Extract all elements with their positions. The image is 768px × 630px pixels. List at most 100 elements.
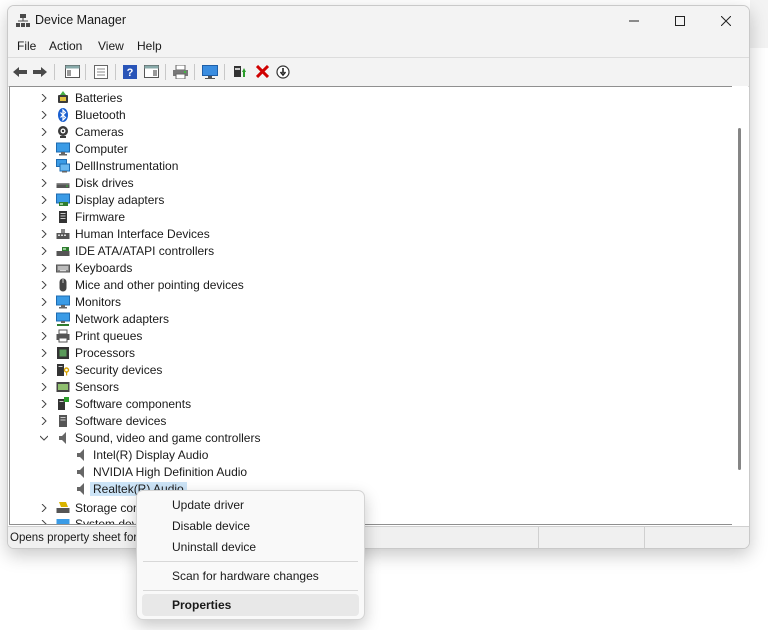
title-bar[interactable]: Device Manager [8,6,749,36]
tree-item-bluetooth[interactable]: Bluetooth [10,107,710,124]
back-button[interactable] [11,63,29,80]
uninstall-device-button[interactable] [253,63,271,80]
tree-item-display-adapters[interactable]: Display adapters [10,192,710,209]
scan-hardware-button[interactable] [201,63,219,80]
chevron-right-icon[interactable] [40,520,48,525]
forward-button[interactable] [31,63,49,80]
svg-text:?: ? [127,67,134,79]
chevron-right-icon[interactable] [40,315,48,323]
tree-item-sensors[interactable]: Sensors [10,379,710,396]
tree-item-human-interface-devices[interactable]: Human Interface Devices [10,226,710,243]
properties-toolbar-button[interactable] [92,63,110,80]
chevron-right-icon[interactable] [40,179,48,187]
device-tree[interactable]: Batteries Bluetooth Cameras Computer Del… [9,86,734,525]
chevron-right-icon[interactable] [40,383,48,391]
menu-action[interactable]: Action [49,39,82,53]
scrollbar-thumb[interactable] [738,128,741,470]
chevron-right-icon[interactable] [40,417,48,425]
menu-file[interactable]: File [17,39,36,53]
tree-item-label: Mice and other pointing devices [75,278,244,292]
menu-item-label: Uninstall device [172,540,257,554]
update-driver-menu-item[interactable]: Update driver [142,494,359,516]
menu-view[interactable]: View [98,39,124,53]
show-hide-console-tree-button[interactable] [63,63,81,80]
tree-item-intel-display-audio[interactable]: Intel(R) Display Audio [10,447,710,464]
chevron-right-icon[interactable] [40,145,48,153]
tree-item-firmware[interactable]: Firmware [10,209,710,226]
red-x-icon [255,65,269,78]
chevron-right-icon[interactable] [40,94,48,102]
tree-item-label: Human Interface Devices [75,227,210,241]
minimize-icon [629,20,639,22]
tree-item-label: Sound, video and game controllers [75,431,261,445]
tree-item-label: DellInstrumentation [75,159,179,173]
speaker-icon [77,466,84,478]
tree-item-dellinstrumentation[interactable]: DellInstrumentation [10,158,710,175]
chevron-right-icon[interactable] [40,247,48,255]
background-window-edge [750,0,768,48]
chevron-right-icon[interactable] [40,504,48,512]
tree-item-software-devices[interactable]: Software devices [10,413,710,430]
minimize-button[interactable] [611,6,657,36]
chevron-right-icon[interactable] [40,230,48,238]
scan-for-hardware-changes-menu-item[interactable]: Scan for hardware changes [142,565,359,587]
tree-item-disk-drives[interactable]: Disk drives [10,175,710,192]
chevron-down-icon[interactable] [40,434,48,442]
chevron-right-icon[interactable] [40,213,48,221]
tree-item-security-devices[interactable]: Security devices [10,362,710,379]
tree-item-nvidia-hd-audio[interactable]: NVIDIA High Definition Audio [10,464,710,481]
chevron-right-icon[interactable] [40,298,48,306]
print-button[interactable] [171,63,189,80]
tree-item-label: Security devices [75,363,163,377]
tree-item-processors[interactable]: Processors [10,345,710,362]
disable-device-button[interactable] [274,63,292,80]
tree-item-label: Software components [75,397,192,411]
menu-item-label: Disable device [172,519,251,533]
vertical-scrollbar[interactable] [732,86,748,525]
chevron-right-icon[interactable] [40,162,48,170]
tree-item-label: Keyboards [75,261,133,275]
tree-item-label: Batteries [75,91,123,105]
tree-item-label: Intel(R) Display Audio [93,448,209,462]
chevron-right-icon[interactable] [40,400,48,408]
monitor-scan-icon [202,64,218,79]
device-manager-window: Device Manager File Action View Help ? B… [7,5,750,549]
mouse-icon [59,278,67,292]
help-toolbar-button[interactable]: ? [121,63,139,80]
tree-item-batteries[interactable]: Batteries [10,90,710,107]
tree-item-monitors[interactable]: Monitors [10,294,710,311]
close-button[interactable] [703,6,749,36]
chevron-right-icon[interactable] [40,196,48,204]
tree-item-print-queues[interactable]: Print queues [10,328,710,345]
firmware-icon [59,211,67,223]
chevron-right-icon[interactable] [40,281,48,289]
action-pane-button[interactable] [142,63,160,80]
chevron-right-icon[interactable] [40,128,48,136]
menu-help[interactable]: Help [137,39,162,53]
tree-item-label: IDE ATA/ATAPI controllers [75,244,215,258]
tree-item-network-adapters[interactable]: Network adapters [10,311,710,328]
tree-item-computer[interactable]: Computer [10,141,710,158]
tree-item-label: Firmware [75,210,125,224]
uninstall-device-menu-item[interactable]: Uninstall device [142,536,359,558]
maximize-button[interactable] [657,6,703,36]
chevron-right-icon[interactable] [40,111,48,119]
status-bar: Opens property sheet for [8,526,749,548]
update-driver-button[interactable] [231,63,249,80]
tree-item-ide-controllers[interactable]: IDE ATA/ATAPI controllers [10,243,710,260]
tree-item-software-components[interactable]: Software components [10,396,710,413]
tree-item-label: Software devices [75,414,167,428]
disable-device-menu-item[interactable]: Disable device [142,515,359,537]
chevron-right-icon[interactable] [40,332,48,340]
hid-icon [56,229,70,239]
device-manager-icon [16,14,30,27]
back-arrow-icon [13,66,27,77]
properties-menu-item[interactable]: Properties [142,594,359,616]
tree-item-keyboards[interactable]: Keyboards [10,260,710,277]
tree-item-cameras[interactable]: Cameras [10,124,710,141]
tree-item-sound-video-game-controllers[interactable]: Sound, video and game controllers [10,430,710,447]
chevron-right-icon[interactable] [40,264,48,272]
tree-item-mice[interactable]: Mice and other pointing devices [10,277,710,294]
chevron-right-icon[interactable] [40,366,48,374]
chevron-right-icon[interactable] [40,349,48,357]
